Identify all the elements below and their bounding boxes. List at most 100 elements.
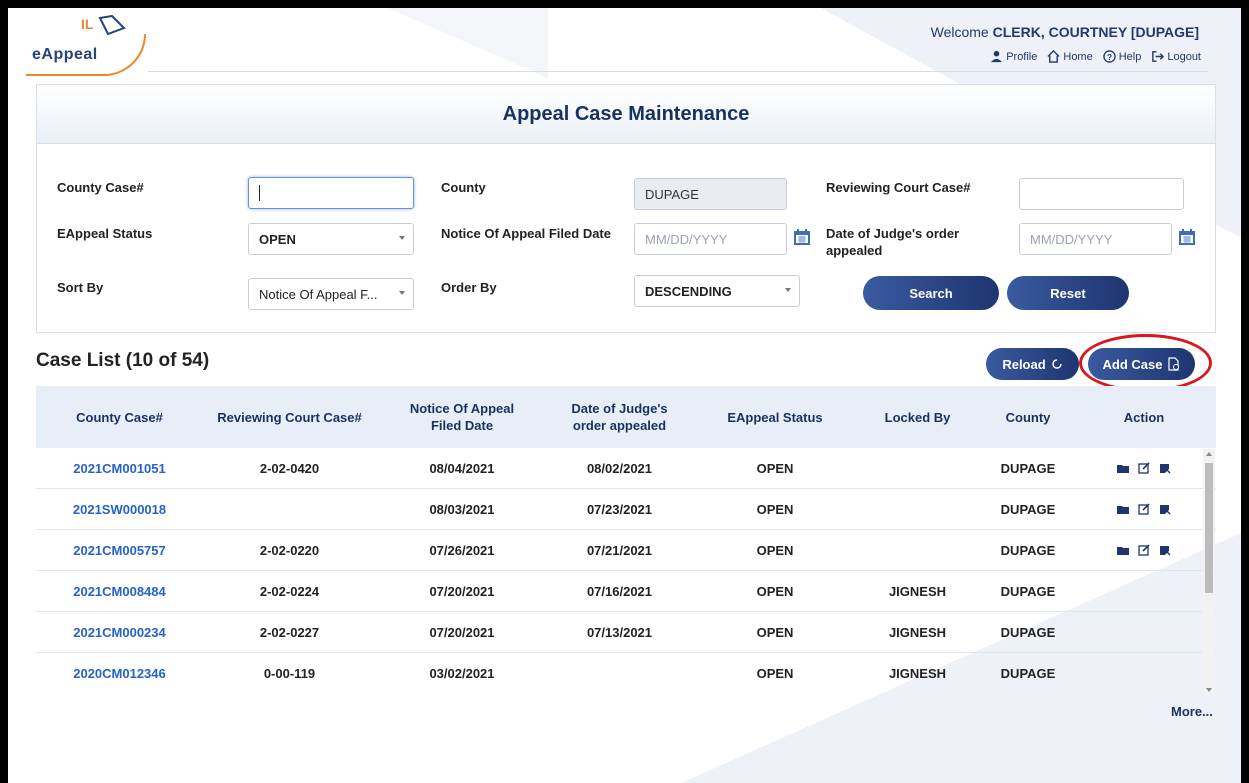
county-cell: DUPAGE bbox=[1000, 624, 1056, 640]
status-cell: OPEN bbox=[756, 624, 794, 640]
locked-by-cell: JIGNESH bbox=[888, 624, 947, 640]
county-value: DUPAGE bbox=[645, 186, 699, 202]
calendar-icon[interactable] bbox=[793, 228, 811, 246]
scroll-down-icon[interactable] bbox=[1206, 688, 1212, 692]
column-header[interactable]: EAppeal Status bbox=[691, 409, 859, 426]
top-links: Profile Home ? Help Logout bbox=[990, 50, 1201, 63]
search-button[interactable]: Search bbox=[863, 276, 999, 310]
table-row: 2021CM000234 2-02-0227 07/20/2021 07/13/202… bbox=[36, 612, 1216, 653]
table-body: 2021CM001051 2-02-0420 08/04/2021 08/02/202… bbox=[36, 448, 1216, 693]
eappeal-status-label: EAppeal Status bbox=[57, 226, 153, 241]
judge-order-date-input[interactable]: MM/DD/YYYY bbox=[1019, 223, 1172, 255]
text-cursor bbox=[259, 185, 260, 201]
order-by-label: Order By bbox=[441, 280, 497, 295]
scroll-up-icon[interactable] bbox=[1206, 452, 1212, 456]
column-header[interactable]: County bbox=[976, 409, 1080, 426]
logout-link-label: Logout bbox=[1167, 50, 1201, 63]
county-case-link[interactable]: 2021CM000234 bbox=[36, 625, 203, 640]
table-row: 2020CM012346 0-00-119 03/02/2021 OPEN JIGNES… bbox=[36, 653, 1216, 693]
background-shape bbox=[388, 8, 548, 78]
reviewing-court-case-cell: 2-02-0220 bbox=[259, 542, 320, 558]
welcome-message: Welcome CLERK, COURTNEY [DUPAGE] bbox=[931, 24, 1199, 40]
status-cell: OPEN bbox=[756, 460, 794, 476]
county-case-link[interactable]: 2021CM001051 bbox=[36, 461, 203, 476]
notice-filed-date-input[interactable]: MM/DD/YYYY bbox=[634, 223, 787, 255]
reset-button[interactable]: Reset bbox=[1007, 276, 1129, 310]
page-title: Appeal Case Maintenance bbox=[502, 102, 750, 125]
home-link[interactable]: Home bbox=[1047, 50, 1093, 63]
edit-icon[interactable] bbox=[1138, 462, 1150, 474]
case-table: County Case# Reviewing Court Case# Notic… bbox=[36, 386, 1216, 693]
county-case-input[interactable] bbox=[248, 177, 414, 209]
logo-text: eAppeal bbox=[32, 46, 98, 63]
reset-button-label: Reset bbox=[1050, 285, 1086, 301]
svg-text:?: ? bbox=[1107, 52, 1112, 62]
chevron-down-icon bbox=[399, 291, 405, 295]
county-case-link[interactable]: 2021CM005757 bbox=[36, 543, 203, 558]
table-row: 2021CM005757 2-02-0220 07/26/2021 07/21/202… bbox=[36, 530, 1216, 571]
eappeal-status-select[interactable]: OPEN bbox=[248, 223, 414, 255]
order-by-select[interactable]: DESCENDING bbox=[634, 275, 800, 307]
sort-by-select[interactable]: Notice Of Appeal F... bbox=[248, 278, 414, 310]
user-icon bbox=[991, 50, 1003, 63]
more-link[interactable]: More... bbox=[1171, 704, 1213, 719]
lock-unlock-icon[interactable] bbox=[1159, 503, 1171, 515]
help-icon: ? bbox=[1102, 50, 1116, 63]
action-cell bbox=[1080, 462, 1208, 474]
notice-date-placeholder: MM/DD/YYYY bbox=[645, 231, 728, 247]
folder-icon[interactable] bbox=[1117, 462, 1129, 474]
table-row: 2021CM001051 2-02-0420 08/04/2021 08/02/202… bbox=[36, 448, 1216, 489]
folder-icon[interactable] bbox=[1117, 503, 1129, 515]
panel-header: Appeal Case Maintenance bbox=[37, 85, 1215, 144]
logout-link[interactable]: Logout bbox=[1151, 50, 1201, 63]
county-case-link[interactable]: 2021SW000018 bbox=[36, 502, 203, 517]
notice-date-cell: 08/03/2021 bbox=[429, 501, 495, 517]
judge-order-date-cell: 07/23/2021 bbox=[586, 501, 653, 517]
action-cell bbox=[1080, 544, 1208, 556]
refresh-icon bbox=[1051, 359, 1062, 369]
search-button-label: Search bbox=[909, 285, 953, 301]
lock-unlock-icon[interactable] bbox=[1159, 462, 1171, 474]
edit-icon[interactable] bbox=[1138, 503, 1150, 515]
reviewing-court-case-input[interactable] bbox=[1019, 178, 1184, 210]
column-header-label: Notice Of Appeal Filed Date bbox=[409, 401, 515, 433]
notice-date-cell: 07/20/2021 bbox=[429, 583, 495, 599]
user-county: [DUPAGE] bbox=[1130, 24, 1199, 40]
column-header[interactable]: Date of Judge's order appealed bbox=[548, 400, 691, 434]
header-divider bbox=[148, 71, 1208, 72]
notice-filed-date-label: Notice Of Appeal Filed Date bbox=[441, 226, 611, 241]
judge-order-date-cell: 07/13/2021 bbox=[586, 624, 653, 640]
edit-icon[interactable] bbox=[1138, 544, 1150, 556]
county-case-link[interactable]: 2020CM012346 bbox=[36, 666, 203, 681]
profile-link-label: Profile bbox=[1006, 50, 1038, 63]
judge-order-date-cell: 08/02/2021 bbox=[586, 460, 653, 476]
help-link[interactable]: ? Help bbox=[1102, 50, 1141, 63]
eappeal-logo[interactable]: IL eAppeal bbox=[26, 14, 156, 76]
profile-link[interactable]: Profile bbox=[990, 50, 1037, 63]
reload-button[interactable]: Reload bbox=[986, 348, 1079, 380]
county-case-link[interactable]: 2021CM008484 bbox=[36, 584, 203, 599]
notice-date-cell: 03/02/2021 bbox=[429, 665, 495, 681]
folder-icon[interactable] bbox=[1117, 544, 1129, 556]
column-header[interactable]: Reviewing Court Case# bbox=[203, 409, 376, 426]
judge-date-placeholder: MM/DD/YYYY bbox=[1030, 231, 1113, 247]
chevron-down-icon bbox=[785, 288, 791, 292]
lock-unlock-icon[interactable] bbox=[1159, 544, 1171, 556]
notice-date-cell: 07/26/2021 bbox=[429, 542, 495, 558]
order-by-value: DESCENDING bbox=[645, 283, 732, 299]
column-header: Action bbox=[1123, 409, 1165, 425]
judge-order-date-cell: 07/16/2021 bbox=[586, 583, 653, 599]
eappeal-status-value: OPEN bbox=[259, 231, 296, 247]
case-list-title: Case List (10 of 54) bbox=[36, 350, 210, 371]
scroll-thumb[interactable] bbox=[1205, 463, 1213, 593]
notice-date-cell: 08/04/2021 bbox=[429, 460, 495, 476]
column-header[interactable]: County Case# bbox=[36, 409, 203, 426]
reviewing-court-case-cell: 2-02-0224 bbox=[259, 583, 320, 599]
column-header[interactable]: Locked By bbox=[859, 409, 976, 426]
calendar-icon[interactable] bbox=[1178, 228, 1196, 246]
logout-icon bbox=[1152, 51, 1165, 62]
column-header[interactable]: Notice Of Appeal Filed Date bbox=[376, 400, 548, 434]
county-case-label: County Case# bbox=[57, 180, 144, 195]
home-link-label: Home bbox=[1063, 50, 1093, 63]
table-scrollbar[interactable] bbox=[1203, 449, 1215, 695]
